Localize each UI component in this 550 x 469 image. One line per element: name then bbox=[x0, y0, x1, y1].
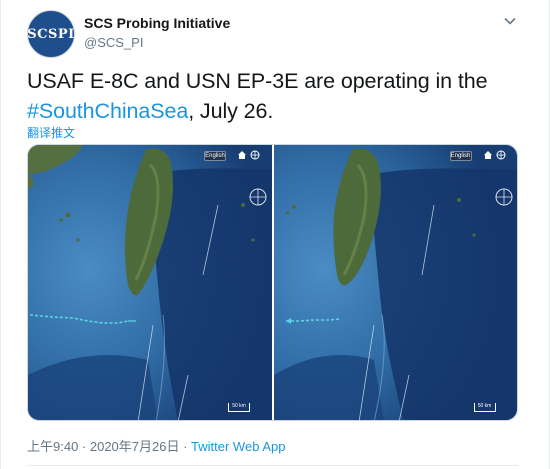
frame-border-left bbox=[0, 0, 1, 469]
map-image-left[interactable]: English 50 km bbox=[28, 145, 272, 420]
map-image-right[interactable]: English 50 km bbox=[273, 145, 517, 420]
compass-icon[interactable] bbox=[248, 187, 268, 207]
display-name[interactable]: SCS Probing Initiative bbox=[84, 15, 230, 31]
timestamp-link[interactable]: 上午9:40 · 2020年7月26日 bbox=[27, 439, 179, 454]
globe-icon[interactable] bbox=[250, 150, 260, 160]
translate-tweet-link[interactable]: 翻译推文 bbox=[27, 124, 75, 141]
compass-icon[interactable] bbox=[494, 187, 514, 207]
source-app-link[interactable]: Twitter Web App bbox=[191, 439, 285, 454]
avatar[interactable]: SCSPI bbox=[27, 10, 75, 58]
divider bbox=[27, 465, 518, 466]
scale-bar: 50 km bbox=[228, 403, 250, 412]
tweet-text-date: , July 26. bbox=[188, 99, 274, 123]
chevron-down-icon[interactable] bbox=[503, 14, 517, 28]
home-icon[interactable] bbox=[237, 150, 247, 160]
media-container: English 50 km English 50 km bbox=[27, 144, 518, 421]
meta-separator: · bbox=[179, 439, 192, 454]
avatar-logo-text: SCSPI bbox=[27, 26, 75, 42]
hashtag-link[interactable]: #SouthChinaSea bbox=[27, 99, 188, 123]
language-button[interactable]: English bbox=[449, 151, 472, 161]
tweet-text-line1: USAF E-8C and USN EP-3E are operating in… bbox=[27, 69, 488, 93]
tweet-text-line2: #SouthChinaSea, July 26. bbox=[27, 96, 527, 126]
globe-icon[interactable] bbox=[496, 150, 506, 160]
scale-bar: 50 km bbox=[473, 403, 496, 412]
language-button[interactable]: English bbox=[204, 151, 226, 161]
tweet-text: USAF E-8C and USN EP-3E are operating in… bbox=[27, 66, 527, 126]
tweet-meta: 上午9:40 · 2020年7月26日 · Twitter Web App bbox=[27, 436, 285, 455]
user-handle[interactable]: @SCS_PI bbox=[84, 35, 143, 50]
home-icon[interactable] bbox=[483, 150, 493, 160]
